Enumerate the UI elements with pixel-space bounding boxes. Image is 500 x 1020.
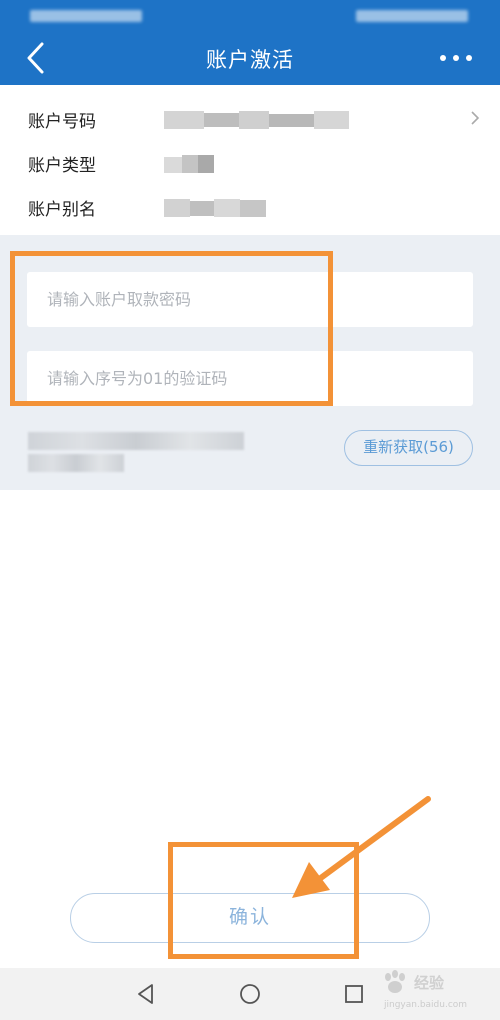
status-bar: [0, 0, 500, 30]
account-alias-row: 账户别名: [0, 185, 500, 229]
title-bar: 账户激活: [0, 30, 500, 85]
account-number-label: 账户号码: [28, 112, 96, 132]
paw-logo-icon: [385, 970, 405, 993]
annotation-highlight-inputs: [10, 251, 333, 406]
resend-code-button[interactable]: 重新获取(56): [344, 430, 473, 466]
account-type-value-redacted: [164, 155, 214, 173]
baidu-jingyan-watermark: 经验 jingyan.baidu.com: [380, 966, 498, 1016]
nav-home-icon[interactable]: [238, 982, 262, 1006]
nav-back-icon[interactable]: [134, 982, 158, 1006]
account-type-label: 账户类型: [28, 156, 96, 176]
sms-sent-notice-redacted: [28, 430, 258, 476]
more-dots-icon: [440, 55, 446, 61]
account-number-value-redacted: [164, 111, 349, 129]
account-number-row[interactable]: 账户号码: [0, 97, 500, 141]
watermark-url: jingyan.baidu.com: [384, 1000, 468, 1010]
more-button[interactable]: [440, 46, 472, 70]
status-bar-right-redacted: [356, 10, 468, 22]
page-title: 账户激活: [206, 48, 294, 72]
account-alias-label: 账户别名: [28, 200, 96, 220]
app-header: 账户激活: [0, 0, 500, 85]
nav-recents-icon[interactable]: [342, 982, 366, 1006]
chevron-right-icon: [471, 111, 480, 125]
annotation-highlight-confirm: [168, 842, 359, 959]
account-type-row: 账户类型: [0, 141, 500, 185]
account-alias-value-redacted: [164, 199, 266, 217]
watermark-text: 经验: [414, 974, 445, 992]
status-bar-left-redacted: [30, 10, 142, 22]
account-info-section: 账户号码 账户类型 账户别名: [0, 85, 500, 235]
